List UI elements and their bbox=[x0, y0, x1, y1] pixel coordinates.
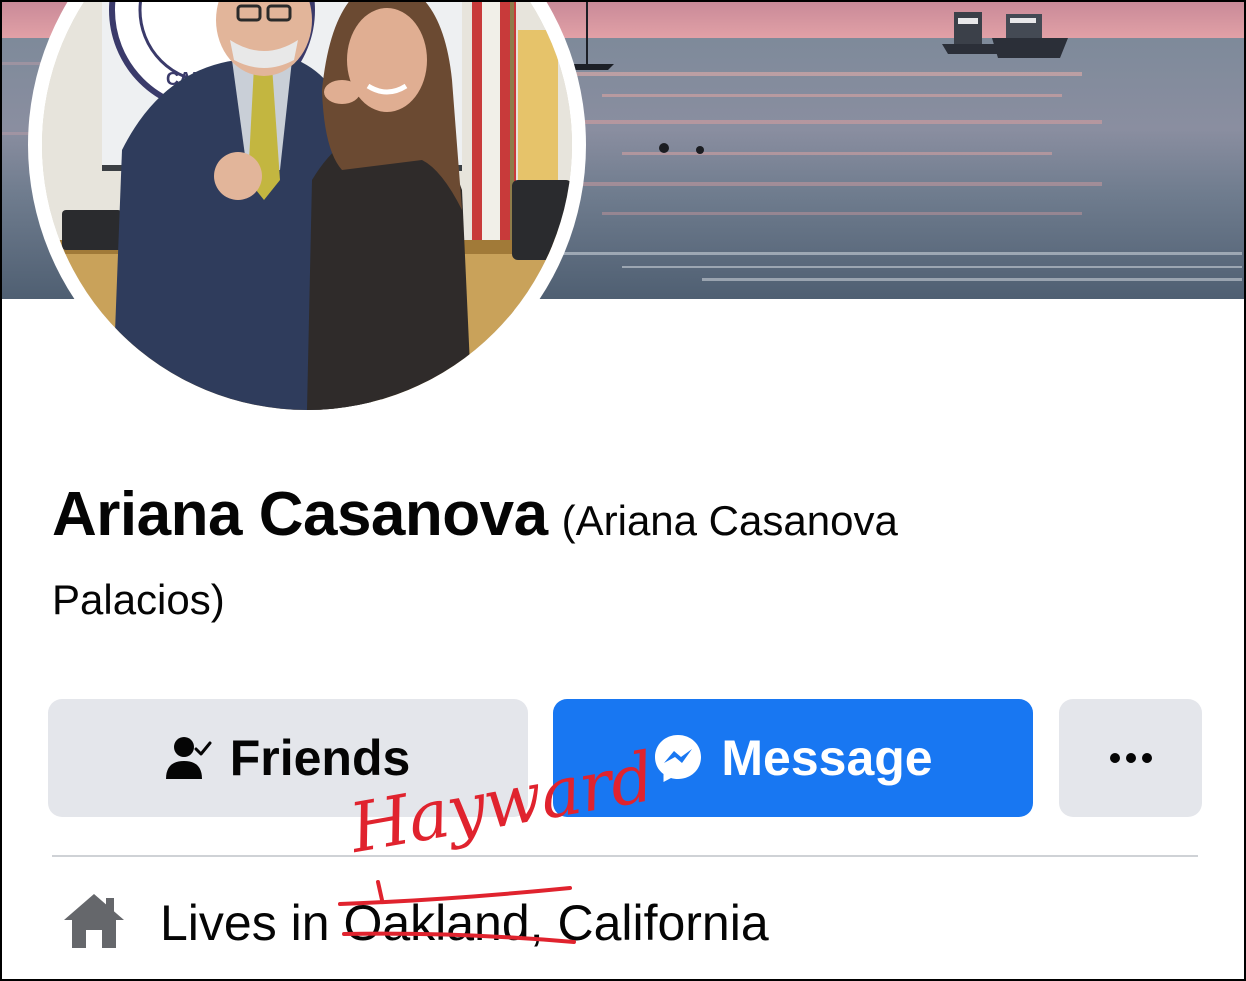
more-options-button[interactable] bbox=[1059, 699, 1202, 817]
section-divider bbox=[52, 855, 1198, 857]
messenger-icon bbox=[653, 733, 703, 783]
profile-picture[interactable]: CALIFORN bbox=[42, 2, 572, 410]
profile-name: Ariana Casanova bbox=[52, 480, 548, 549]
friends-button-label: Friends bbox=[229, 730, 411, 786]
more-dots-icon bbox=[1109, 752, 1153, 764]
home-icon bbox=[62, 892, 126, 955]
lives-in-prefix: Lives in bbox=[160, 895, 344, 951]
alternate-name: (Ariana Casanova bbox=[561, 497, 898, 544]
alternate-name-continued: Palacios) bbox=[52, 576, 225, 623]
person-check-icon bbox=[165, 735, 212, 781]
profile-name-block: Ariana Casanova (Ariana Casanova bbox=[52, 480, 1112, 566]
profile-page: CALIFORN bbox=[0, 0, 1246, 981]
message-button-label: Message bbox=[721, 730, 933, 786]
strike-through-mark bbox=[338, 880, 576, 944]
profile-picture-ring[interactable]: CALIFORN bbox=[28, 2, 586, 424]
